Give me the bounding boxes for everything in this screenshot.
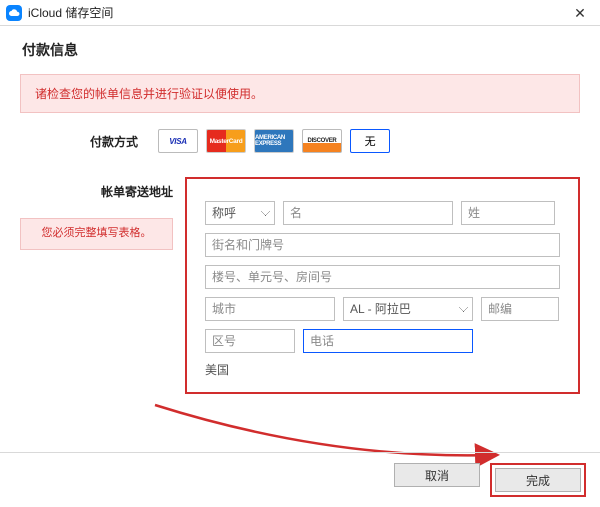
payment-method-label: 付款方式 [90,133,138,150]
done-button-highlight: 完成 [490,463,586,497]
country-label: 美国 [205,361,560,378]
window-title: iCloud 储存空间 [28,4,113,21]
billing-side: 帐单寄送地址 您必须完整填写表格。 [20,177,185,394]
card-discover[interactable]: DISCOVER [302,129,342,153]
page-heading: 付款信息 [22,40,580,60]
zip-input[interactable] [481,297,559,321]
state-select[interactable]: AL - 阿拉巴 [343,297,473,321]
card-mastercard[interactable]: MasterCard [206,129,246,153]
done-button[interactable]: 完成 [495,468,581,492]
firstname-input[interactable] [283,201,453,225]
card-amex[interactable]: AMERICAN EXPRESS [254,129,294,153]
billing-section: 帐单寄送地址 您必须完整填写表格。 称呼 AL - 阿拉巴 [20,177,580,394]
verify-alert: 诸检查您的帐单信息并进行验证以便使用。 [20,74,580,113]
card-visa[interactable]: VISA [158,129,198,153]
unit-input[interactable] [205,265,560,289]
cancel-button[interactable]: 取消 [394,463,480,487]
salutation-select[interactable]: 称呼 [205,201,275,225]
icloud-icon [6,5,22,21]
city-input[interactable] [205,297,335,321]
street-input[interactable] [205,233,560,257]
areacode-input[interactable] [205,329,295,353]
footer: 取消 完成 [0,452,600,497]
billing-form: 称呼 AL - 阿拉巴 美国 [185,177,580,394]
content: 付款信息 诸检查您的帐单信息并进行验证以便使用。 付款方式 VISA Maste… [0,26,600,394]
card-none[interactable]: 无 [350,129,390,153]
phone-input[interactable] [303,329,473,353]
close-button[interactable]: ✕ [560,0,600,26]
payment-method-row: 付款方式 VISA MasterCard AMERICAN EXPRESS DI… [20,129,580,153]
billing-warning: 您必须完整填写表格。 [20,218,173,250]
titlebar: iCloud 储存空间 ✕ [0,0,600,26]
billing-section-label: 帐单寄送地址 [20,183,173,200]
lastname-input[interactable] [461,201,555,225]
